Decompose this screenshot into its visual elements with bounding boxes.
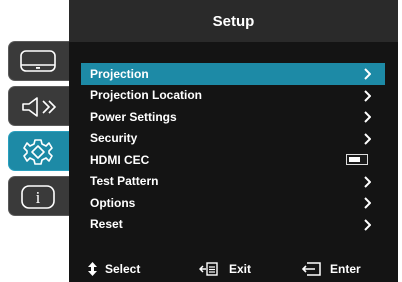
menu-item-label: Options (90, 195, 136, 210)
chevron-right-icon (364, 89, 371, 102)
select-label: Select (105, 262, 141, 276)
menu-item-reset[interactable]: Reset (81, 214, 385, 236)
enter-icon (302, 262, 321, 276)
tab-info[interactable]: i (8, 176, 69, 216)
menu-item-options[interactable]: Options (81, 192, 385, 214)
setup-menu: Projection Projection Location Power Set… (81, 63, 385, 235)
menu-item-power-settings[interactable]: Power Settings (81, 106, 385, 128)
menu-item-projection-location[interactable]: Projection Location (81, 85, 385, 107)
chevron-right-icon (364, 218, 371, 231)
tab-audio[interactable] (8, 86, 69, 126)
toggle-knob (349, 157, 360, 162)
menu-item-label: HDMI CEC (90, 152, 150, 167)
exit-icon (199, 262, 218, 276)
menu-item-projection[interactable]: Projection (81, 63, 385, 85)
menu-item-label: Security (90, 131, 138, 146)
chevron-right-icon (364, 132, 371, 145)
menu-item-label: Power Settings (90, 109, 177, 124)
gear-icon (23, 139, 53, 165)
hdmi-cec-toggle[interactable] (346, 154, 368, 165)
svg-text:i: i (36, 188, 41, 207)
hint-select: Select (88, 262, 140, 276)
title-text: Setup (212, 12, 255, 30)
chevron-right-icon (364, 175, 371, 188)
hint-exit: Exit (199, 262, 251, 276)
exit-label: Exit (229, 262, 252, 276)
category-tabs: i (8, 41, 69, 221)
monitor-icon (20, 50, 56, 72)
enter-label: Enter (330, 262, 361, 276)
chevron-right-icon (364, 197, 371, 209)
page-title: Setup (69, 0, 398, 42)
tab-setup[interactable] (8, 131, 69, 171)
info-icon: i (21, 185, 55, 209)
menu-item-test-pattern[interactable]: Test Pattern (81, 171, 385, 193)
chevron-right-icon (364, 111, 371, 123)
tab-display[interactable] (8, 41, 69, 81)
menu-item-label: Projection Location (90, 88, 203, 103)
hint-enter: Enter (302, 262, 361, 276)
key-hints-bar: Select Exit Enter (69, 257, 398, 282)
up-down-arrow-icon (88, 262, 97, 276)
menu-item-label: Projection (90, 66, 149, 81)
menu-item-security[interactable]: Security (81, 128, 385, 150)
chevron-right-icon (364, 68, 371, 80)
menu-item-label: Test Pattern (90, 174, 159, 189)
menu-item-label: Reset (90, 217, 123, 232)
menu-item-hdmi-cec[interactable]: HDMI CEC (81, 149, 385, 171)
speaker-icon (22, 97, 57, 117)
